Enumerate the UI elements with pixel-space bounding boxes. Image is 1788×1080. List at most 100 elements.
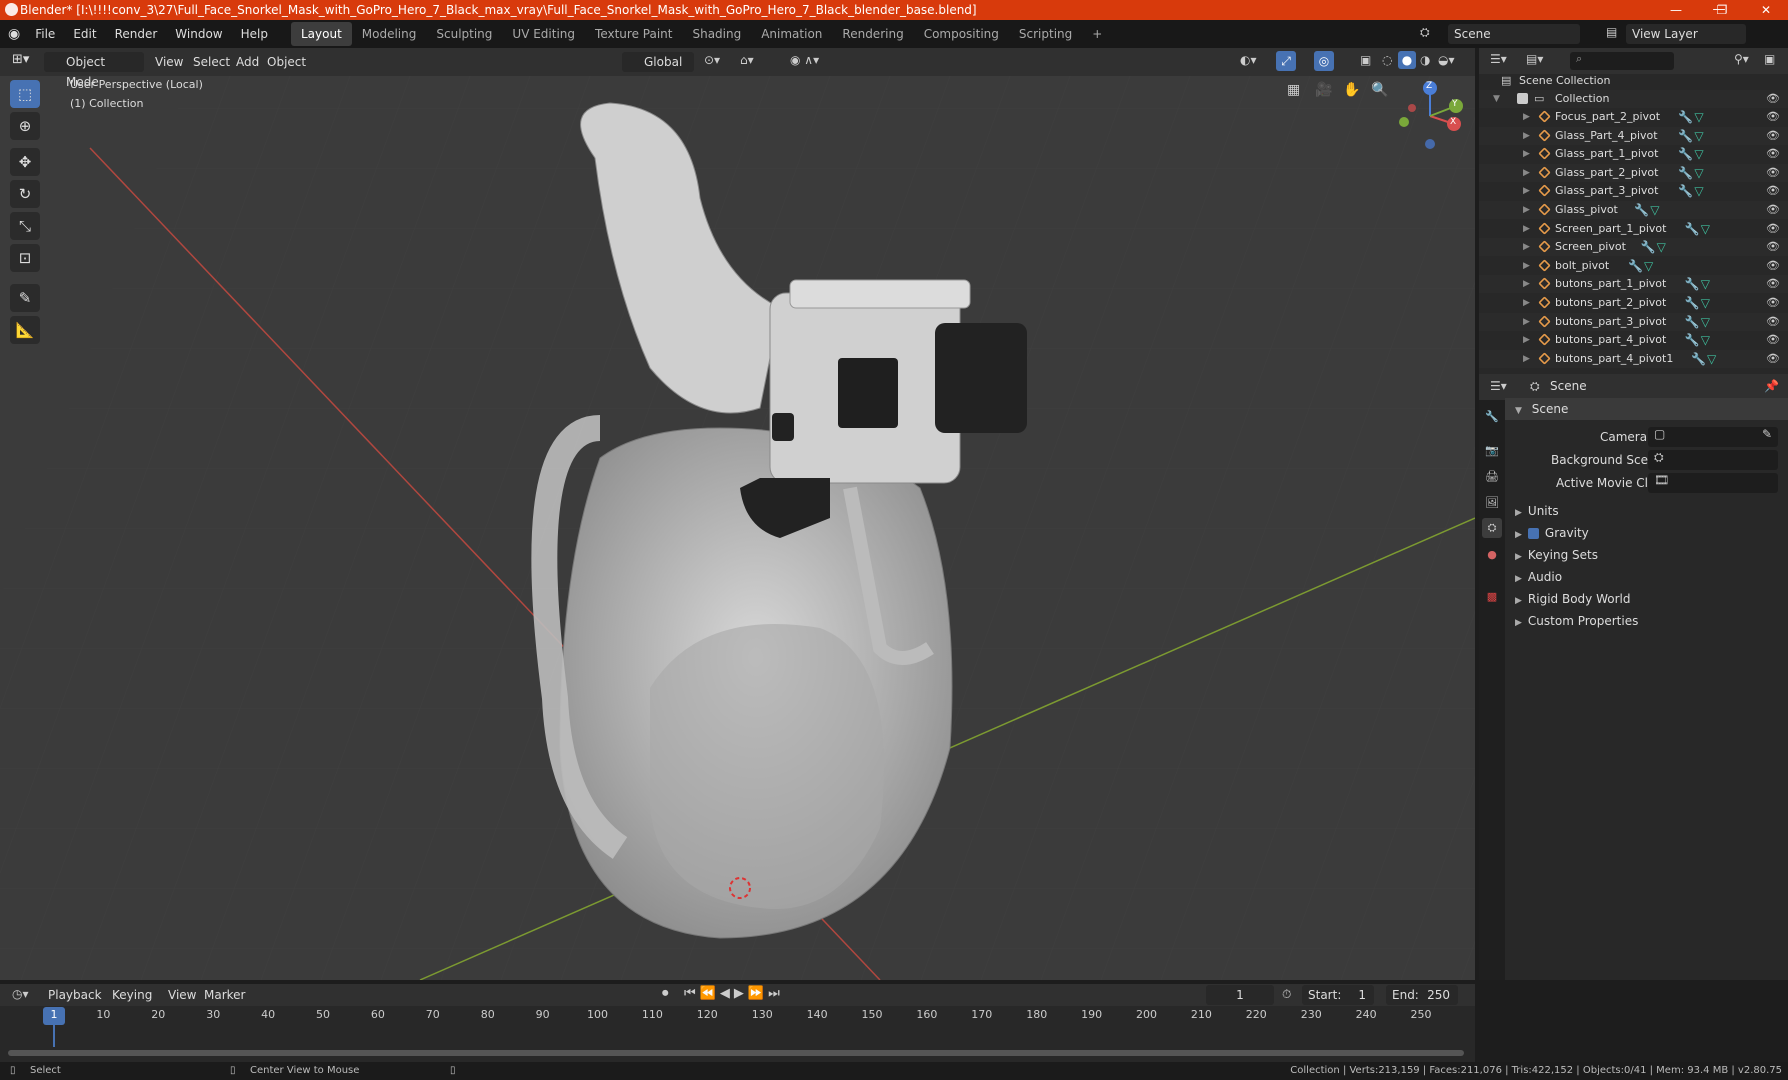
camera-field[interactable]: ▢ ✎	[1648, 427, 1778, 447]
eye-icon[interactable]: 👁	[1766, 238, 1780, 256]
rendered-shading-icon[interactable]: ◒▾	[1438, 53, 1455, 67]
eye-icon[interactable]: 👁	[1766, 108, 1780, 126]
viewport-menu-add[interactable]: Add	[236, 55, 259, 69]
display-mode-icon[interactable]: ▤▾	[1526, 52, 1543, 66]
outliner-object-row[interactable]: ▶ Glass_part_2_pivot 🔧 ▽ 👁	[1479, 163, 1788, 182]
filter-icon[interactable]: ⚲▾	[1734, 52, 1749, 66]
snap-icon[interactable]: ⌂▾	[740, 53, 754, 67]
expand-arrow-icon[interactable]: ▶	[1523, 331, 1530, 349]
audio-panel[interactable]: ▶ Audio	[1505, 566, 1788, 588]
outliner-object-row[interactable]: ▶ Glass_pivot 🔧 ▽ 👁	[1479, 201, 1788, 219]
modifier-wrench-icon[interactable]: 🔧	[1685, 294, 1700, 312]
playback-controls-icon[interactable]: ⏮⏪◀▶⏩⏭	[684, 986, 784, 1001]
transform-tool-icon[interactable]: ⊡	[10, 244, 40, 272]
pin-icon[interactable]: 📌	[1764, 379, 1779, 393]
overlay-toggle-icon[interactable]: ◎	[1314, 51, 1334, 71]
menu-render[interactable]: Render	[106, 20, 167, 48]
menu-edit[interactable]: Edit	[64, 20, 105, 48]
eye-icon[interactable]: 👁	[1766, 220, 1780, 238]
modifier-wrench-icon[interactable]: 🔧	[1685, 313, 1700, 331]
units-panel[interactable]: ▶ Units	[1505, 500, 1788, 522]
view-layer-tab-icon[interactable]: 🖼	[1482, 492, 1502, 512]
eye-icon[interactable]: 👁	[1766, 145, 1780, 163]
blender-menu-icon[interactable]: ◉	[0, 26, 26, 42]
transform-orientation-dropdown[interactable]: Global	[622, 52, 694, 72]
eye-icon[interactable]: 👁	[1766, 331, 1780, 349]
wireframe-shading-icon[interactable]: ◌	[1382, 53, 1392, 67]
mesh-data-icon[interactable]: ▽	[1694, 145, 1703, 163]
expand-arrow-icon[interactable]: ▶	[1523, 257, 1530, 275]
gravity-panel[interactable]: ▶ Gravity	[1505, 522, 1788, 544]
properties-editor-type-icon[interactable]: ☰▾	[1490, 379, 1507, 393]
exclude-checkbox[interactable]	[1517, 93, 1528, 104]
proportional-edit-icon[interactable]: ◉ ∧▾	[790, 53, 819, 67]
eye-icon[interactable]: 👁	[1766, 313, 1780, 331]
material-shading-icon[interactable]: ◑	[1420, 53, 1430, 67]
menu-window[interactable]: Window	[166, 20, 231, 48]
menu-help[interactable]: Help	[232, 20, 277, 48]
viewport-menu-select[interactable]: Select	[193, 55, 230, 69]
eye-icon[interactable]: 👁	[1766, 201, 1780, 219]
tab-animation[interactable]: Animation	[751, 22, 832, 46]
timeline-menu-view[interactable]: View	[168, 988, 196, 1002]
outliner-scene-collection[interactable]: ▤ Scene Collection	[1479, 72, 1788, 90]
tab-modeling[interactable]: Modeling	[352, 22, 427, 46]
mesh-data-icon[interactable]: ▽	[1694, 182, 1703, 200]
frame-start-field[interactable]: Start: 1	[1302, 985, 1374, 1005]
eye-icon[interactable]: 👁	[1766, 90, 1780, 108]
custom-properties-panel[interactable]: ▶ Custom Properties	[1505, 610, 1788, 632]
expand-arrow-icon[interactable]: ▶	[1523, 238, 1530, 256]
modifier-wrench-icon[interactable]: 🔧	[1634, 201, 1649, 219]
expand-arrow-icon[interactable]: ▶	[1523, 201, 1530, 219]
outliner-object-row[interactable]: ▶ Glass_part_1_pivot 🔧 ▽ 👁	[1479, 145, 1788, 163]
outliner-object-row[interactable]: ▶ butons_part_4_pivot1 🔧 ▽ 👁	[1479, 349, 1788, 368]
annotate-tool-icon[interactable]: ✎	[10, 284, 40, 312]
frame-end-field[interactable]: End: 250	[1386, 985, 1458, 1005]
outliner-object-row[interactable]: ▶ butons_part_3_pivot 🔧 ▽ 👁	[1479, 312, 1788, 331]
eye-icon[interactable]: 👁	[1766, 275, 1780, 293]
editor-type-icon[interactable]: ⊞▾	[12, 52, 29, 67]
timeline-scrollbar[interactable]	[8, 1050, 1464, 1056]
move-tool-icon[interactable]: ✥	[10, 148, 40, 176]
expand-arrow-icon[interactable]: ▶	[1523, 127, 1530, 145]
background-scene-field[interactable]: ⛭	[1648, 450, 1778, 470]
expand-arrow-icon[interactable]: ▶	[1523, 313, 1530, 331]
output-tab-icon[interactable]: 🖨	[1482, 466, 1502, 486]
outliner-object-row[interactable]: ▶ butons_part_2_pivot 🔧 ▽ 👁	[1479, 294, 1788, 312]
tab-uv-editing[interactable]: UV Editing	[502, 22, 585, 46]
modifier-wrench-icon[interactable]: 🔧	[1685, 220, 1700, 238]
modifier-wrench-icon[interactable]: 🔧	[1691, 350, 1706, 368]
mesh-data-icon[interactable]: ▽	[1701, 275, 1710, 293]
modifier-wrench-icon[interactable]: 🔧	[1678, 108, 1693, 126]
expand-arrow-icon[interactable]: ▶	[1523, 275, 1530, 293]
modifier-wrench-icon[interactable]: 🔧	[1678, 145, 1693, 163]
add-workspace-button[interactable]: +	[1082, 22, 1112, 46]
expand-arrow-icon[interactable]: ▶	[1523, 145, 1530, 163]
close-button[interactable]: ✕	[1744, 0, 1788, 20]
measure-tool-icon[interactable]: 📐	[10, 316, 40, 344]
viewport-menu-view[interactable]: View	[155, 55, 183, 69]
pan-hand-icon[interactable]: ✋	[1343, 82, 1360, 98]
expand-arrow-icon[interactable]: ▶	[1523, 164, 1530, 182]
timeline-menu-playback[interactable]: Playback	[48, 988, 102, 1002]
mesh-data-icon[interactable]: ▽	[1701, 313, 1710, 331]
outliner-object-row[interactable]: ▶ bolt_pivot 🔧 ▽ 👁	[1479, 257, 1788, 275]
gravity-checkbox[interactable]	[1527, 528, 1539, 539]
active-movie-clip-field[interactable]: 🎞	[1648, 473, 1778, 493]
modifier-wrench-icon[interactable]: 🔧	[1641, 238, 1656, 256]
rotate-tool-icon[interactable]: ↻	[10, 180, 40, 208]
timeline-editor-type-icon[interactable]: ◷▾	[12, 987, 29, 1001]
scene-panel-header[interactable]: ▼ Scene	[1505, 398, 1788, 420]
expand-arrow-icon[interactable]: ▶	[1523, 108, 1530, 126]
modifier-wrench-icon[interactable]: 🔧	[1685, 331, 1700, 349]
render-tab-icon[interactable]: 📷	[1482, 440, 1502, 460]
outliner-object-row[interactable]: ▶ butons_part_4_pivot 🔧 ▽ 👁	[1479, 331, 1788, 349]
outliner-editor-type-icon[interactable]: ☰▾	[1490, 52, 1507, 66]
mesh-data-icon[interactable]: ▽	[1644, 257, 1653, 275]
modifier-wrench-icon[interactable]: 🔧	[1628, 257, 1643, 275]
eye-icon[interactable]: 👁	[1766, 294, 1780, 312]
timeline-menu-marker[interactable]: Marker	[204, 988, 245, 1002]
tab-scripting[interactable]: Scripting	[1009, 22, 1082, 46]
tab-shading[interactable]: Shading	[682, 22, 751, 46]
tab-rendering[interactable]: Rendering	[832, 22, 913, 46]
